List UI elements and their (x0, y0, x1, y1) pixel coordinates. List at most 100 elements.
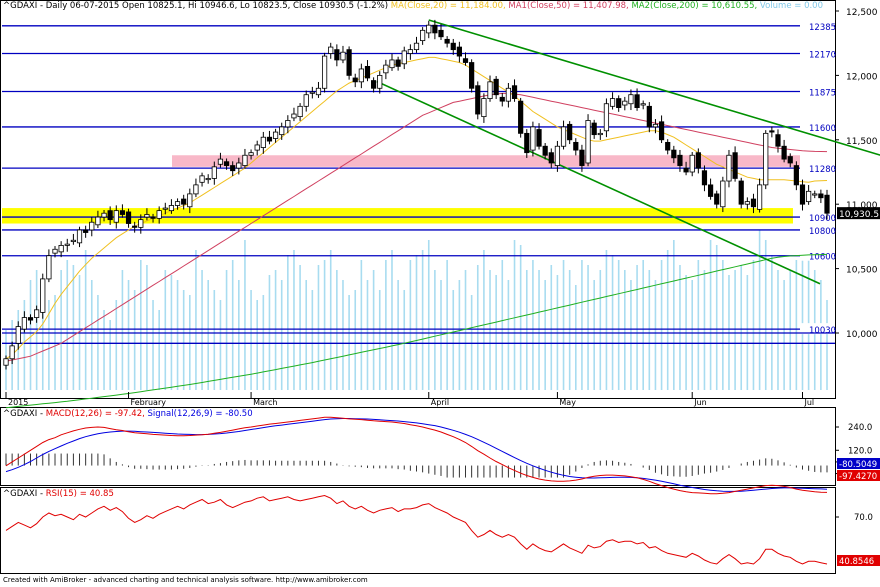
candle-down (658, 121, 665, 141)
candle-up (34, 309, 40, 318)
date-axis-label: February (131, 398, 167, 407)
candle-up (358, 68, 364, 83)
candle-down (346, 49, 352, 76)
candle-up (248, 152, 254, 156)
ma200-legend: MA2(Close,200) = 10,610.55, (628, 1, 758, 11)
candle-up (89, 221, 95, 231)
rsi-legend: RSI(15) = 40.85 (45, 489, 114, 499)
candle-down (475, 85, 481, 115)
price-axis-label: 12,000 (846, 72, 878, 82)
level-label: 11280 (809, 165, 836, 175)
candle-down (695, 152, 701, 169)
macd-line (5, 416, 828, 495)
candle-down (775, 134, 781, 147)
candle-down (462, 58, 469, 63)
candle-up (597, 132, 603, 136)
candle-up (757, 184, 763, 210)
candle-down (518, 100, 524, 134)
candle-down (334, 49, 340, 61)
candle-up (162, 207, 168, 210)
candle-up (603, 103, 610, 132)
date-axis-label: March (253, 398, 277, 407)
candle-up (187, 193, 193, 208)
date-axis-label: Jul (803, 398, 814, 407)
candle-down (132, 225, 138, 228)
candle-up (340, 51, 346, 61)
candle-down (266, 136, 273, 142)
footer-credit: Created with AmiBroker - advanced charti… (3, 576, 368, 584)
candle-down (493, 78, 499, 96)
candle-down (444, 38, 450, 44)
price-axis-label: 10,000 (846, 330, 878, 340)
candle-up (15, 326, 21, 344)
candle-up (211, 166, 217, 179)
candle-up (205, 178, 211, 181)
level-label: 10900 (809, 214, 836, 224)
macd-legend: MACD(12,26) = -97.42, (45, 409, 145, 419)
candle-down (230, 165, 236, 172)
candle-down (665, 141, 671, 151)
candle-up (260, 136, 266, 148)
price-axis-label: 11,500 (846, 137, 878, 147)
candle-up (144, 214, 150, 218)
candle-down (536, 129, 542, 147)
candle-up (328, 46, 334, 54)
candle-down (511, 85, 518, 99)
signal-line (5, 418, 828, 492)
candle-up (585, 120, 591, 164)
candle-up (76, 229, 83, 244)
candle-down (450, 42, 456, 51)
macd-value-label: -97.4270 (839, 472, 877, 482)
candle-up (174, 201, 181, 206)
rsi-panel-frame (0, 487, 836, 574)
candle-down (438, 29, 444, 38)
candle-up (9, 345, 15, 360)
level-label: 10800 (809, 227, 836, 237)
candle-up (720, 180, 726, 208)
level-label: 11600 (809, 124, 836, 134)
candle-up (389, 59, 395, 69)
candle-down (591, 122, 597, 136)
candle-down (787, 156, 793, 164)
chart-canvas: 1238512170118751160011280109001080010600… (0, 0, 880, 574)
candle-down (456, 46, 462, 57)
price-axis-label: 10,500 (846, 266, 878, 276)
level-label: 10030 (809, 326, 836, 336)
channel-lower-line (376, 80, 821, 285)
rsi-panel-header: ^GDAXI - RSI(15) = 40.85 (3, 489, 114, 499)
candle-down (499, 96, 505, 102)
price-header-prefix: ^GDAXI - Daily 06-07-2015 Open 10825.1, … (3, 1, 391, 11)
rsi-line (5, 494, 828, 565)
candle-up (609, 98, 616, 107)
candle-down (824, 194, 830, 214)
candle-down (27, 317, 34, 321)
candle-up (303, 94, 309, 107)
level-label: 12385 (809, 23, 836, 33)
level-label: 12170 (809, 51, 836, 61)
candle-up (689, 154, 695, 173)
rsi-header-prefix: ^GDAXI - (3, 489, 46, 499)
candle-down (646, 105, 652, 128)
signal-value-label: -80.5049 (839, 460, 877, 470)
candle-up (652, 123, 659, 128)
candle-up (156, 210, 162, 219)
level-label: 11875 (809, 89, 836, 99)
candle-up (377, 75, 383, 89)
candle-up (806, 190, 812, 203)
candle-up (285, 120, 291, 128)
candle-up (236, 162, 242, 169)
candle-down (567, 123, 573, 141)
candle-up (554, 145, 561, 166)
candle-down (671, 149, 677, 159)
candle-down (634, 94, 640, 109)
candle-up (58, 245, 64, 253)
candle-up (272, 131, 279, 139)
ma50-legend: MA1(Close,50) = 11,407.98, (505, 1, 629, 11)
last-price-label: 10,930.5 (839, 210, 879, 220)
candle-down (524, 132, 530, 154)
candle-down (683, 167, 689, 173)
candle-up (113, 210, 119, 223)
candle-up (401, 50, 407, 65)
rsi-axis-label: 70.0 (854, 513, 873, 523)
candle-up (530, 126, 536, 151)
